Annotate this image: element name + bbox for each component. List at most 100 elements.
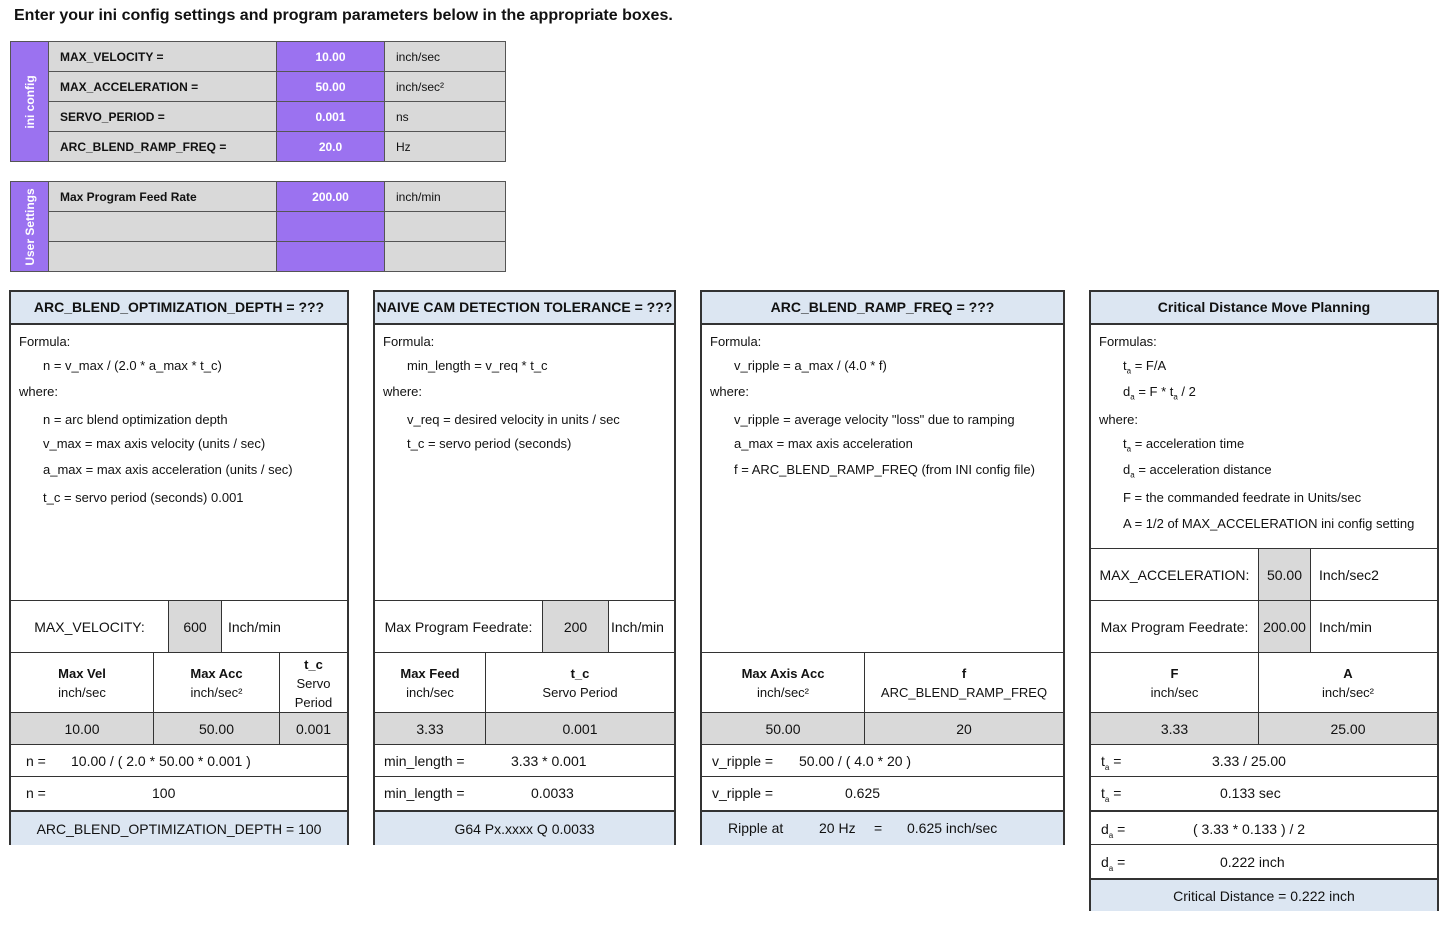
col-header: Ainch/sec² [1258, 653, 1437, 713]
col-header: f ARC_BLEND_RAMP_FREQ [864, 653, 1063, 713]
input-row: MAX_VELOCITY: 600 Inch/min [11, 600, 347, 653]
where-label: where: [710, 384, 750, 399]
definition: v_ripple = average velocity "loss" due t… [734, 412, 1015, 427]
user-unit: inch/min [384, 181, 506, 212]
result-text: 0.625 inch/sec [907, 820, 998, 836]
calc-result: 0.222 inch [1220, 854, 1285, 870]
formula: da = F * ta / 2 [1123, 384, 1196, 402]
calc-expression: 3.33 / 25.00 [1212, 753, 1286, 769]
input-label: Max Program Feedrate: [1100, 619, 1249, 635]
panel-title: ARC_BLEND_OPTIMIZATION_DEPTH = ??? [11, 292, 347, 325]
value-cell: 20 [864, 713, 1063, 745]
ini-unit: inch/sec [384, 41, 506, 72]
panel-title: ARC_BLEND_RAMP_FREQ = ??? [702, 292, 1063, 325]
definition: a_max = max axis acceleration [734, 436, 913, 451]
calc-label: ta = [1101, 785, 1122, 804]
input-value: 200.00 [1258, 601, 1311, 653]
panel-title: NAIVE CAM DETECTION TOLERANCE = ??? [375, 292, 674, 325]
definition: n = arc blend optimization depth [43, 412, 228, 427]
calc-row: v_ripple = 0.625 [702, 776, 1063, 809]
calc-label: v_ripple = [712, 753, 774, 769]
calc-expression: 50.00 / ( 4.0 * 20 ) [799, 753, 912, 769]
result-text: Ripple at [728, 820, 784, 836]
servo-period-input[interactable]: 0.001 [276, 101, 385, 132]
col-header: Max Feed inch/sec [400, 666, 460, 700]
arc-blend-ramp-freq-input[interactable]: 20.0 [276, 131, 385, 162]
definition: v_req = desired velocity in units / sec [407, 412, 620, 427]
calc-expression: ( 3.33 * 0.133 ) / 2 [1193, 821, 1306, 837]
column-header-row: Max Vel inch/sec Max Acc inch/sec² t_c Serv… [11, 652, 347, 713]
input-row: Max Program Feedrate: 200.00 Inch/min [1091, 600, 1437, 653]
panel-title: Critical Distance Move Planning [1091, 292, 1437, 325]
calc-result: 0.0033 [531, 785, 574, 801]
calc-row: n = 100 [11, 776, 347, 809]
input-label: MAX_VELOCITY: [34, 619, 145, 635]
calc-row: ta = 0.133 sec [1091, 776, 1437, 809]
column-header-row: Max Axis Acc inch/sec² f ARC_BLEND_RAMP_FR… [702, 652, 1063, 713]
formula-label: Formula: [19, 334, 71, 349]
calc-row: ta = 3.33 / 25.00 [1091, 744, 1437, 777]
calc-result: 0.625 [845, 785, 881, 801]
value-cell: 0.001 [279, 713, 347, 745]
ini-unit: ns [384, 101, 506, 132]
calc-result: 0.133 sec [1220, 785, 1281, 801]
where-label: where: [383, 384, 423, 399]
ini-label: MAX_VELOCITY = [48, 41, 277, 72]
user-unit [384, 241, 506, 272]
user-unit [384, 211, 506, 242]
value-row: 3.33 25.00 [1091, 712, 1437, 745]
input-unit: Inch/min [611, 619, 664, 635]
ini-label: MAX_ACCELERATION = [48, 71, 277, 102]
result-text: 20 Hz [819, 820, 856, 836]
input-label: MAX_ACCELERATION: [1099, 567, 1250, 583]
formula: ta = F/A [1123, 358, 1167, 376]
calc-result: 100 [152, 785, 176, 801]
calc-row: da = ( 3.33 * 0.133 ) / 2 [1091, 810, 1437, 846]
ini-label: SERVO_PERIOD = [48, 101, 277, 132]
definition: v_max = max axis velocity (units / sec) [43, 436, 266, 451]
calc-row: v_ripple = 50.00 / ( 4.0 * 20 ) [702, 744, 1063, 777]
value-row: 3.33 0.001 [375, 712, 674, 745]
panel-result: G64 Px.xxxx Q 0.0033 [375, 810, 674, 845]
user-settings-side-label: User Settings [10, 181, 49, 272]
input-row: MAX_ACCELERATION: 50.00 Inch/sec2 [1091, 548, 1437, 601]
panel-result: Ripple at 20 Hz = 0.625 inch/sec [702, 810, 1063, 845]
user-setting-input[interactable] [276, 241, 385, 272]
calc-label: da = [1101, 854, 1126, 873]
value-cell: 25.00 [1258, 713, 1437, 745]
value-row: 10.00 50.00 0.001 [11, 712, 347, 745]
input-value: 200 [542, 601, 609, 653]
definition: ta = acceleration time [1123, 436, 1245, 454]
col-header: Max Acc inch/sec² [153, 653, 279, 713]
formula: n = v_max / (2.0 * a_max * t_c) [43, 358, 222, 373]
definition: f = ARC_BLEND_RAMP_FREQ (from INI config… [734, 462, 1035, 477]
ini-unit: inch/sec² [384, 71, 506, 102]
input-unit: Inch/sec2 [1319, 567, 1379, 583]
panel-result: ARC_BLEND_OPTIMIZATION_DEPTH = 100 [11, 810, 347, 845]
definition: A = 1/2 of MAX_ACCELERATION ini config s… [1123, 516, 1415, 531]
formula-label: Formula: [383, 334, 435, 349]
formula-label: Formula: [710, 334, 762, 349]
definition: t_c = servo period (seconds) [407, 436, 572, 451]
max-velocity-input[interactable]: 10.00 [276, 41, 385, 72]
calc-label: min_length = [384, 753, 465, 769]
calc-label: n = [26, 753, 46, 769]
value-cell: 50.00 [153, 713, 279, 745]
input-row: Max Program Feedrate: 200 Inch/min [375, 600, 674, 653]
calc-row: min_length = 0.0033 [375, 776, 674, 809]
where-label: where: [19, 384, 59, 399]
user-setting-input[interactable] [276, 211, 385, 242]
value-cell: 50.00 [765, 721, 801, 737]
calc-row: n = 10.00 / ( 2.0 * 50.00 * 0.001 ) [11, 744, 347, 777]
user-label: Max Program Feed Rate [48, 181, 277, 212]
max-program-feed-rate-input[interactable]: 200.00 [276, 181, 385, 212]
definition: t_c = servo period (seconds) 0.001 [43, 490, 244, 505]
page-heading: Enter your ini config settings and progr… [14, 7, 673, 24]
user-label [48, 211, 277, 242]
formula-label: Formulas: [1099, 334, 1157, 349]
calc-label: da = [1101, 821, 1126, 840]
max-acceleration-input[interactable]: 50.00 [276, 71, 385, 102]
where-label: where: [1099, 412, 1139, 427]
value-row: 50.00 20 [702, 712, 1063, 745]
ini-unit: Hz [384, 131, 506, 162]
